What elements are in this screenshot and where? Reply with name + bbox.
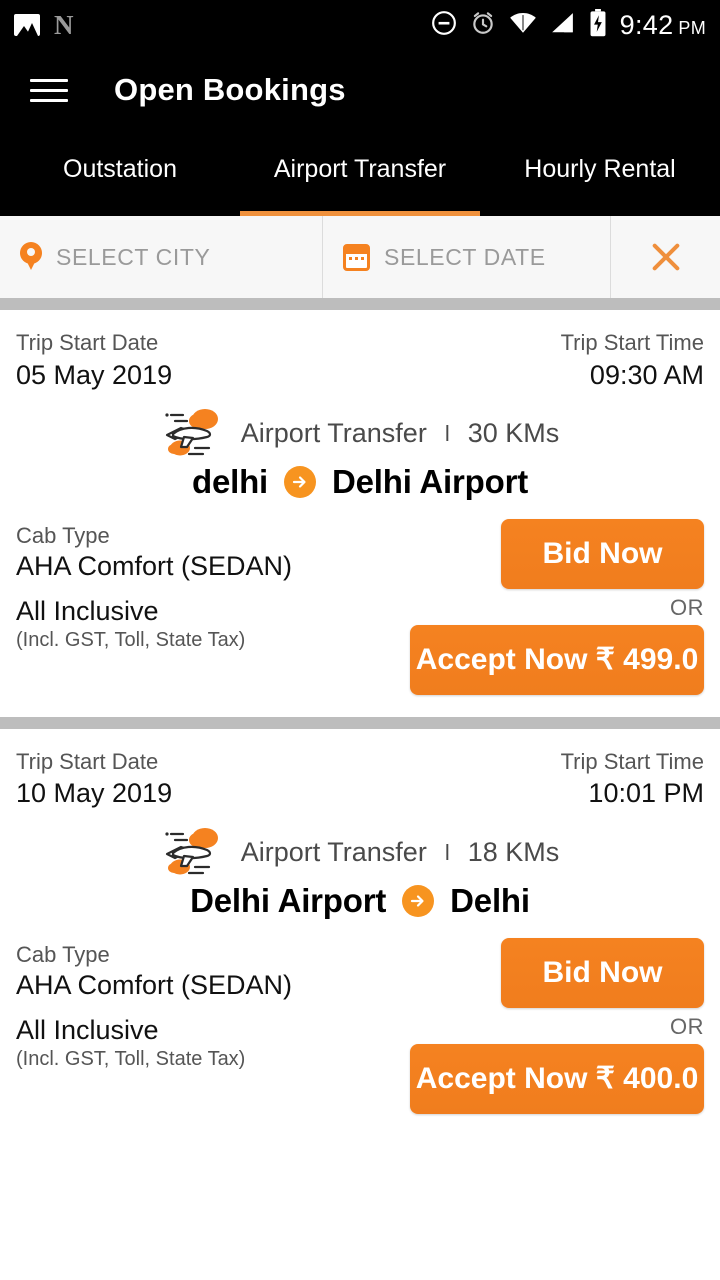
card-body: Cab Type AHA Comfort (SEDAN) All Inclusi… [16,518,704,695]
accept-now-button[interactable]: Accept Now ₹ 400.0 [410,1043,704,1114]
trip-type-label: Airport Transfer [240,837,427,868]
tab-label: Outstation [63,154,177,183]
app-bar: Open Bookings [0,50,720,130]
route-destination: Delhi [450,881,530,919]
status-bar-left-icons: N [14,10,78,40]
inclusive-note: (Incl. GST, Toll, State Tax) [16,1047,246,1070]
trip-start-date-label: Trip Start Date [16,330,159,355]
bid-now-button[interactable]: Bid Now [501,937,704,1008]
select-date-label: SELECT DATE [384,243,546,270]
clear-filters-button[interactable] [611,216,720,298]
arrow-right-circle-icon [402,884,435,917]
trip-start-time-label: Trip Start Time [560,748,704,774]
airplane-icon [161,826,227,880]
arrow-right-circle-icon [284,465,316,498]
trip-schedule-row: Trip Start Date 10 May 2019 Trip Start T… [16,747,704,812]
calendar-icon [343,243,370,271]
tab-label: Hourly Rental [524,154,676,183]
wifi-icon [509,11,537,40]
cab-details: Cab Type AHA Comfort (SEDAN) All Inclusi… [16,519,292,652]
all-inclusive-label: All Inclusive [16,1014,159,1045]
trip-start-date-value: 10 May 2019 [16,778,173,809]
trip-summary: Airport Transfer l 30 KMs delhi Delhi Ai… [16,407,704,501]
tab-label: Airport Transfer [273,154,447,183]
card-actions: Bid Now OR Accept Now ₹ 499.0 [410,518,704,695]
trip-type-row: Airport Transfer l 30 KMs [16,407,704,461]
trip-distance: 18 KMs [467,837,560,868]
accept-now-button[interactable]: Accept Now ₹ 499.0 [410,624,704,695]
select-city-label: SELECT CITY [56,243,211,270]
cab-type-label: Cab Type [16,941,110,967]
trip-type-label: Airport Transfer [240,418,427,449]
clock-time: 9:42 [619,9,674,40]
booking-card[interactable]: Trip Start Date 05 May 2019 Trip Start T… [0,310,720,717]
do-not-disturb-icon [431,10,457,41]
hamburger-bar [30,88,68,92]
section-divider [0,716,720,729]
cab-type-label: Cab Type [16,522,110,548]
location-pin-icon [20,242,42,272]
booking-card[interactable]: Trip Start Date 10 May 2019 Trip Start T… [0,728,720,1136]
trip-summary: Airport Transfer l 18 KMs Delhi Airport … [16,826,704,920]
trip-separator: l [444,420,450,446]
card-actions: Bid Now OR Accept Now ₹ 400.0 [410,937,704,1114]
trip-schedule-row: Trip Start Date 05 May 2019 Trip Start T… [16,328,704,393]
select-date-filter[interactable]: SELECT DATE [323,216,611,298]
hamburger-bar [30,78,68,82]
airplane-icon [161,407,227,461]
tab-hourly-rental[interactable]: Hourly Rental [480,130,720,216]
all-inclusive-label: All Inclusive [16,595,159,626]
route-row: Delhi Airport Delhi [16,882,704,920]
inclusive-note: (Incl. GST, Toll, State Tax) [16,628,246,651]
hamburger-bar [30,98,68,102]
hamburger-menu-icon[interactable] [30,78,68,102]
trip-distance: 30 KMs [467,418,560,449]
clock-ampm: PM [678,17,706,38]
status-bar: N 9:42 PM [0,0,720,50]
or-label: OR [670,1013,704,1039]
signal-icon [550,11,576,40]
trip-start-time-value: 09:30 AM [589,359,704,390]
trip-start-time-label: Trip Start Time [560,330,704,355]
page-title: Open Bookings [114,72,346,107]
route-origin: delhi [191,462,268,500]
trip-start-time-block: Trip Start Time 09:30 AM [561,328,704,393]
route-row: delhi Delhi Airport [16,463,704,501]
n-logo-icon: N [54,10,74,40]
trip-type-row: Airport Transfer l 18 KMs [16,826,704,880]
trip-start-date-block: Trip Start Date 05 May 2019 [16,328,172,393]
alarm-icon [470,10,496,41]
card-body: Cab Type AHA Comfort (SEDAN) All Inclusi… [16,937,704,1114]
route-destination: Delhi Airport [332,462,529,500]
tab-bar: Outstation Airport Transfer Hourly Renta… [0,130,720,216]
battery-charging-icon [589,8,607,42]
filter-bar: SELECT CITY SELECT DATE [0,216,720,298]
tab-outstation[interactable]: Outstation [0,130,240,216]
trip-start-date-block: Trip Start Date 10 May 2019 [16,747,172,812]
gallery-icon [14,14,40,36]
bid-now-button[interactable]: Bid Now [501,518,704,589]
trip-start-date-label: Trip Start Date [16,748,159,774]
trip-start-time-block: Trip Start Time 10:01 PM [561,747,704,812]
or-label: OR [670,594,704,620]
cab-type-value: AHA Comfort (SEDAN) [16,969,293,1000]
trip-separator: l [444,839,450,865]
cab-type-value: AHA Comfort (SEDAN) [16,550,293,581]
trip-start-date-value: 05 May 2019 [16,359,173,390]
close-icon [649,240,683,274]
tab-airport-transfer[interactable]: Airport Transfer [240,130,480,216]
trip-start-time-value: 10:01 PM [588,778,704,809]
status-bar-clock: 9:42 PM [620,10,706,41]
section-divider [0,298,720,310]
route-origin: Delhi Airport [190,881,387,919]
select-city-filter[interactable]: SELECT CITY [0,216,323,298]
status-bar-right-icons: 9:42 PM [431,8,706,42]
cab-details: Cab Type AHA Comfort (SEDAN) All Inclusi… [16,938,292,1071]
